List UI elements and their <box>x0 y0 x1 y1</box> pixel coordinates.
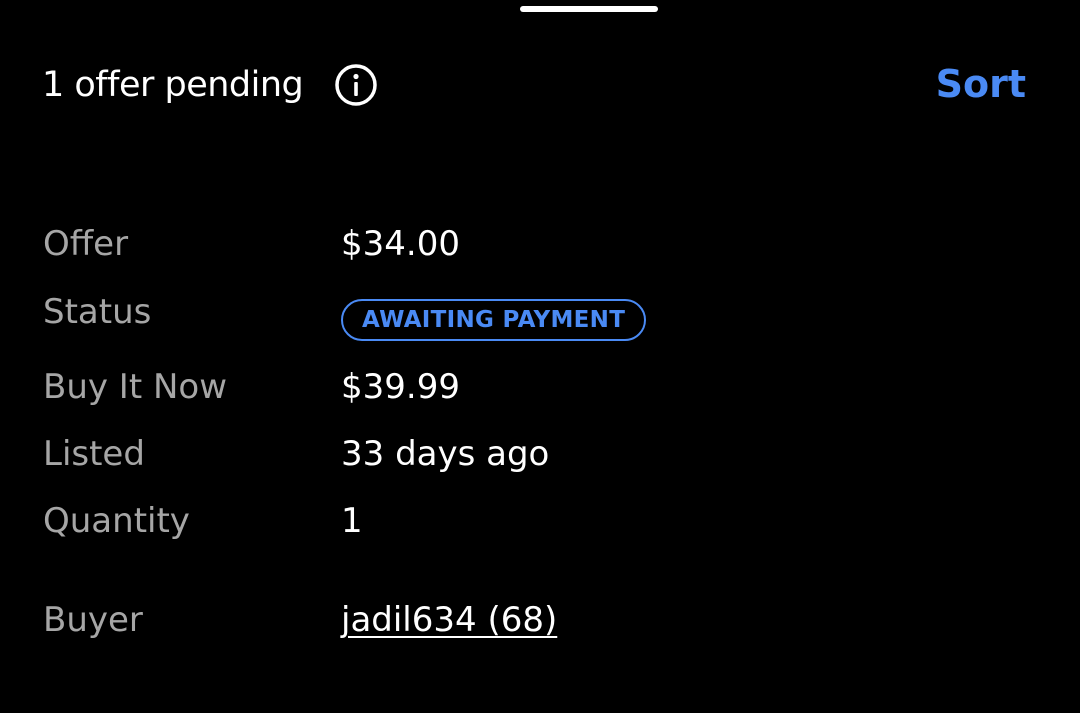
offer-amount: $34.00 <box>341 224 460 264</box>
offers-pending-title: 1 offer pending <box>42 65 304 105</box>
listed-value: 33 days ago <box>341 434 550 474</box>
listed-label: Listed <box>43 434 145 474</box>
quantity-value: 1 <box>341 501 363 541</box>
offer-label: Offer <box>43 224 129 264</box>
sheet-drag-handle[interactable] <box>520 6 658 12</box>
sort-button[interactable]: Sort <box>936 60 1026 108</box>
info-circle-icon[interactable] <box>334 63 378 107</box>
status-badge: AWAITING PAYMENT <box>341 299 647 341</box>
quantity-label: Quantity <box>43 501 190 541</box>
buy-it-now-price: $39.99 <box>341 367 460 407</box>
buyer-label: Buyer <box>43 600 143 640</box>
buy-it-now-label: Buy It Now <box>43 367 228 407</box>
status-label: Status <box>43 292 152 332</box>
buyer-profile-link[interactable]: jadil634 (68) <box>341 598 557 642</box>
